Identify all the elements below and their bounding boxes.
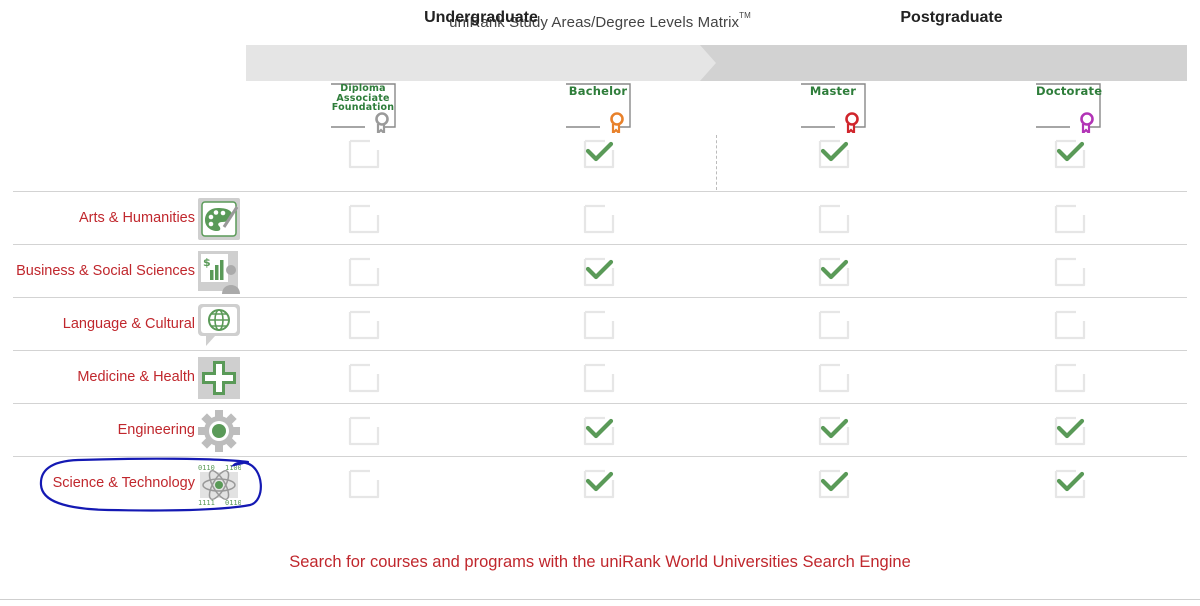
degree-label-diploma: Diploma Associate Foundation [331,84,395,113]
matrix-cell-medicine-and-health-doctorate-unchecked [1053,360,1087,394]
degree-availability-master-checked [817,136,851,170]
gear-icon [197,409,241,453]
matrix-cell-arts-and-humanities-doctorate-unchecked [1053,201,1087,235]
degree-label-doctorate: Doctorate [1036,84,1103,98]
degree-label-line: Foundation [331,102,395,113]
band-arrow-divider [700,45,716,81]
degree-label-line: Master [809,84,857,98]
matrix-cell-arts-and-humanities-bachelor-unchecked [582,201,616,235]
degree-label-line: Bachelor [568,84,628,98]
degree-label-master: Master [801,84,865,98]
degree-label-line: Doctorate [1036,84,1103,98]
row-label-arts-and-humanities[interactable]: Arts & Humanities [0,210,195,226]
undergraduate-label: Undergraduate [424,9,538,26]
row-divider [13,191,1187,192]
postgraduate-band [700,45,1187,81]
matrix-cell-language-and-cultural-doctorate-unchecked [1053,307,1087,341]
degree-availability-bachelor-checked [582,136,616,170]
globe-speech-icon [197,303,241,347]
palette-icon [197,197,241,241]
matrix-cell-engineering-bachelor-checked [582,413,616,447]
medical-cross-icon [197,356,241,400]
undergraduate-band [246,45,716,81]
row-divider [13,244,1187,245]
degree-label-bachelor: Bachelor [566,84,630,98]
matrix-cell-engineering-master-checked [817,413,851,447]
matrix-cell-science-and-technology-bachelor-checked [582,466,616,500]
matrix-cell-science-and-technology-master-checked [817,466,851,500]
matrix-cell-arts-and-humanities-master-unchecked [817,201,851,235]
row-divider [13,403,1187,404]
degree-doctorate: Doctorate [1035,83,1105,133]
matrix-cell-language-and-cultural-master-unchecked [817,307,851,341]
matrix-cell-language-and-cultural-bachelor-unchecked [582,307,616,341]
matrix-cell-medicine-and-health-master-unchecked [817,360,851,394]
matrix-cell-business-and-social-sciences-doctorate-unchecked [1053,254,1087,288]
matrix-cell-arts-and-humanities-diploma-unchecked [347,201,381,235]
row-divider [13,350,1187,351]
row-label-business-and-social-sciences[interactable]: Business & Social Sciences [0,263,195,279]
degree-availability-diploma-unchecked [347,136,381,170]
highlight-circle-annotation [39,457,262,512]
matrix-cell-medicine-and-health-diploma-unchecked [347,360,381,394]
degree-master: Master [800,83,870,133]
matrix-cell-language-and-cultural-diploma-unchecked [347,307,381,341]
matrix-cell-medicine-and-health-bachelor-unchecked [582,360,616,394]
level-divider [716,135,717,190]
matrix-cell-business-and-social-sciences-master-checked [817,254,851,288]
business-chart-icon: $ [197,250,241,294]
matrix-cell-engineering-doctorate-checked [1053,413,1087,447]
row-label-engineering[interactable]: Engineering [0,422,195,438]
matrix-cell-science-and-technology-doctorate-checked [1053,466,1087,500]
matrix-cell-engineering-diploma-unchecked [347,413,381,447]
row-label-language-and-cultural[interactable]: Language & Cultural [0,316,195,332]
matrix-cell-science-and-technology-diploma-unchecked [347,466,381,500]
matrix-cell-business-and-social-sciences-bachelor-checked [582,254,616,288]
row-label-medicine-and-health[interactable]: Medicine & Health [0,369,195,385]
svg-text:$: $ [203,256,211,269]
row-divider [13,297,1187,298]
matrix-cell-business-and-social-sciences-diploma-unchecked [347,254,381,288]
degree-diploma: Diploma Associate Foundation [330,83,400,133]
bottom-divider [0,599,1200,600]
postgraduate-label: Postgraduate [900,9,1003,26]
degree-bachelor: Bachelor [565,83,635,133]
degree-availability-doctorate-checked [1053,136,1087,170]
search-engine-link[interactable]: Search for courses and programs with the… [0,553,1200,572]
